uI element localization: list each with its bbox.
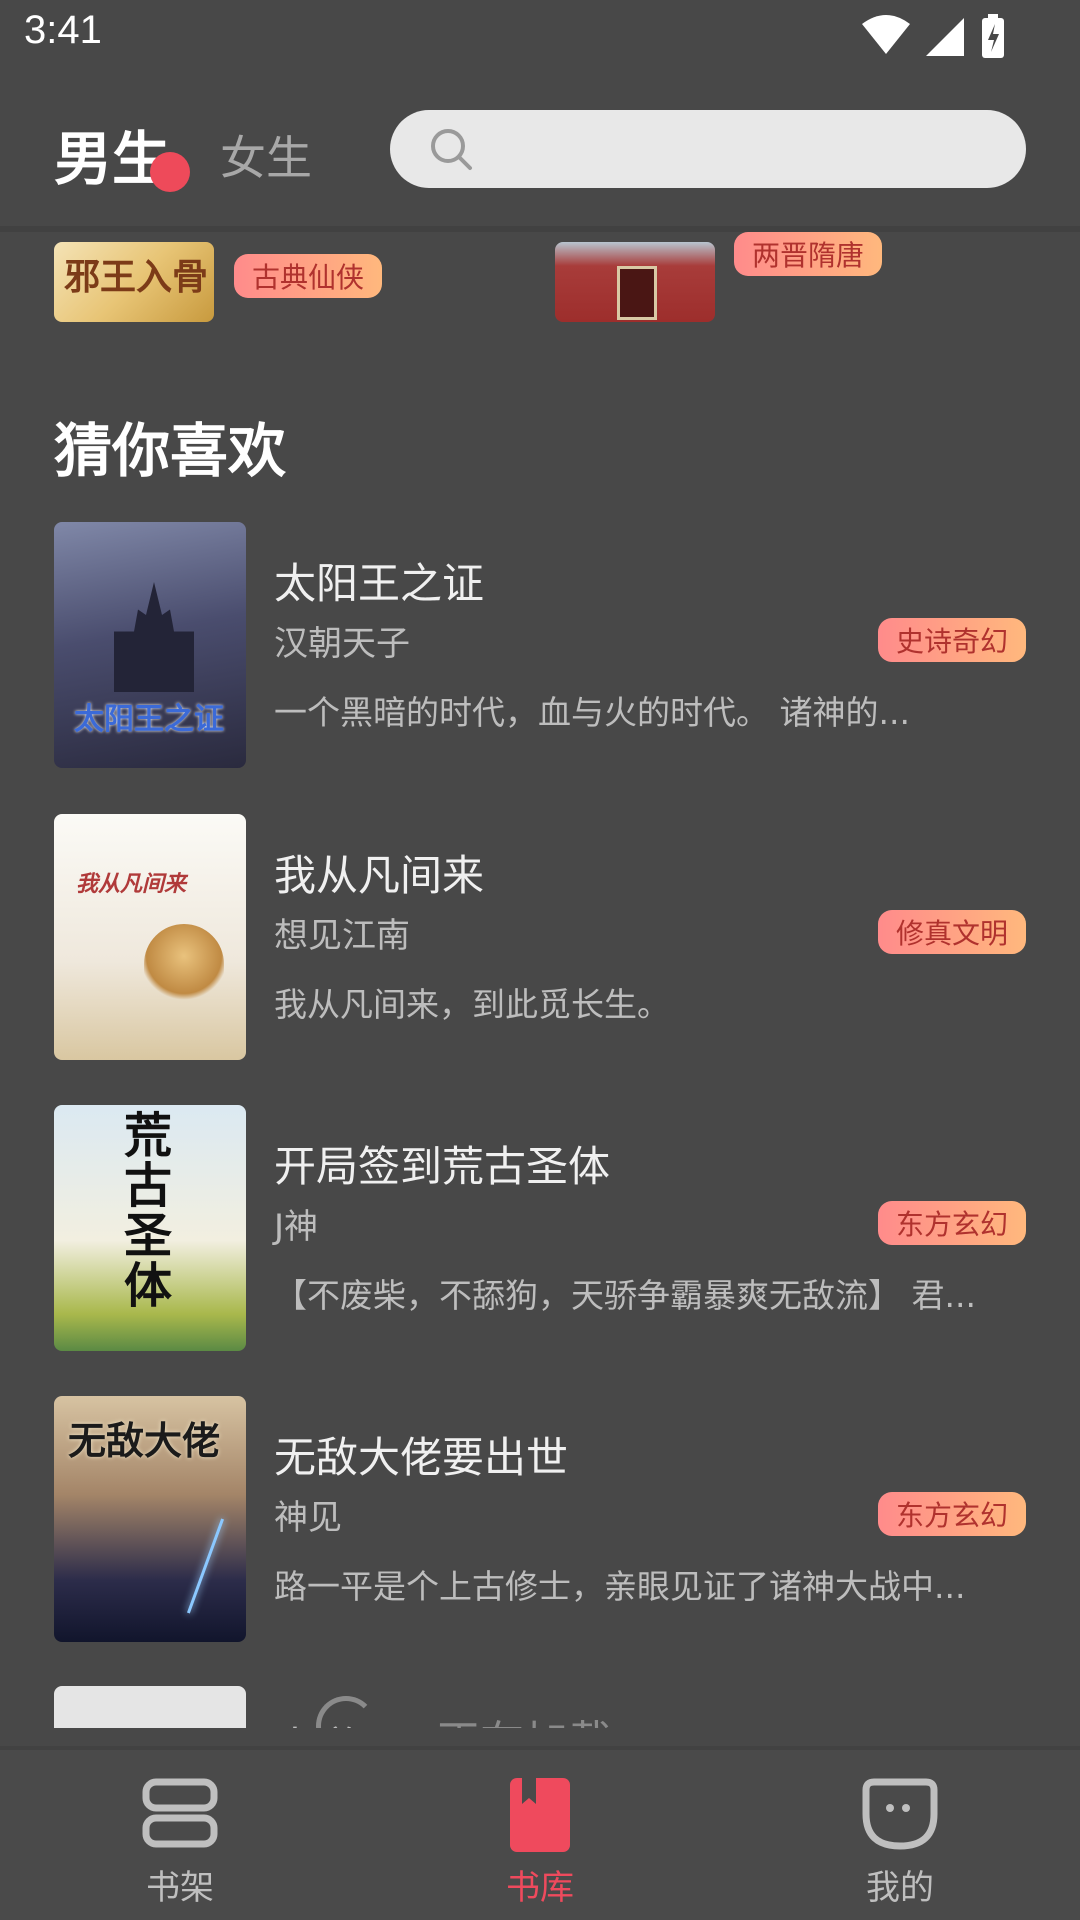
- search-icon: [431, 129, 472, 170]
- book-cover-placeholder: [54, 1686, 246, 1728]
- cover-text: 邪王入骨: [64, 257, 209, 298]
- book-title: 无敌大佬要出世: [274, 1433, 569, 1482]
- nav-bookshelf[interactable]: 书架: [0, 1750, 360, 1920]
- book-list-item[interactable]: 太阳王之证 太阳王之证 汉朝天子 史诗奇幻 一个黑暗的时代，血与火的时代。 诸神…: [0, 522, 1080, 770]
- search-input[interactable]: [390, 110, 1026, 188]
- category-tag[interactable]: 古典仙侠: [234, 254, 383, 298]
- book-description: 我从凡间来，到此觅长生。: [274, 985, 670, 1024]
- nav-library[interactable]: 书库: [360, 1750, 720, 1920]
- category-strip: 邪王入骨 古典仙侠 两晋隋唐: [0, 232, 1080, 322]
- category-tag[interactable]: 两晋隋唐: [734, 232, 883, 276]
- category-cover-image[interactable]: 邪王入骨: [54, 242, 214, 322]
- nav-label: 书架: [146, 1868, 214, 1908]
- book-list-item[interactable]: 无敌大佬 无敌大佬要出世 神见 东方玄幻 路一平是个上古修士，亲眼见证了诸神大战…: [0, 1396, 1080, 1644]
- cover-title-text: 我从凡间来: [76, 872, 187, 897]
- book-author: 想见江南: [274, 916, 410, 956]
- book-title: 太阳王之证: [274, 559, 485, 608]
- book-title: 我从凡间来: [274, 851, 485, 900]
- screen: 3:41 男生 女生 邪王入骨 古典仙侠 两晋隋唐 猜你喜欢 太阳王之证 太阳王…: [0, 0, 1080, 1920]
- book-description: 【不废柴，不舔狗，天骄争霸暴爽无敌流】 君...: [274, 1276, 976, 1315]
- book-genre-tag: 东方玄幻: [877, 1201, 1026, 1245]
- book-library-icon: [510, 1778, 570, 1852]
- book-description: 一个黑暗的时代，血与火的时代。 诸神的...: [274, 693, 910, 732]
- cover-door-graphic: [617, 266, 657, 320]
- section-title-recommend: 猜你喜欢: [54, 417, 287, 485]
- cover-title-text: 太阳王之证: [74, 702, 224, 737]
- wifi-icon: [862, 15, 910, 54]
- top-header: 男生 女生: [0, 72, 1080, 226]
- book-list-item[interactable]: 我从凡间来 我从凡间来 想见江南 修真文明 我从凡间来，到此觅长生。: [0, 814, 1080, 1062]
- nav-profile[interactable]: 我的: [720, 1750, 1080, 1920]
- loading-text: 正在加载: [436, 1706, 612, 1728]
- nav-label: 书库: [506, 1868, 574, 1908]
- book-description: 路一平是个上古修士，亲眼见证了诸神大战中...: [274, 1567, 966, 1606]
- nav-label: 我的: [866, 1868, 934, 1908]
- bottom-navigation: 书架 书库 我的: [0, 1746, 1080, 1920]
- status-icons: [860, 12, 1010, 62]
- cover-castle-graphic: [114, 582, 194, 692]
- cellular-signal-icon: [926, 18, 964, 56]
- book-title: 开局签到荒古圣体: [274, 1142, 611, 1191]
- book-list-item[interactable]: 荒古圣体 开局签到荒古圣体 J神 东方玄幻 【不废柴，不舔狗，天骄争霸暴爽无敌流…: [0, 1105, 1080, 1353]
- tab-female[interactable]: 女生: [220, 122, 312, 188]
- status-time: 3:41: [24, 8, 102, 52]
- book-author: J神: [274, 1207, 319, 1247]
- book-genre-tag: 东方玄幻: [877, 1492, 1026, 1536]
- cover-title-text: 无敌大佬: [68, 1419, 221, 1463]
- cover-title-text: 荒古圣体: [124, 1108, 173, 1314]
- book-author: 神见: [274, 1498, 342, 1538]
- book-cover[interactable]: 太阳王之证: [54, 522, 246, 768]
- book-cover[interactable]: 荒古圣体: [54, 1105, 246, 1351]
- tab-selected-indicator: [150, 152, 190, 192]
- book-cover[interactable]: 无敌大佬: [54, 1396, 246, 1642]
- book-genre-tag: 史诗奇幻: [877, 618, 1026, 662]
- cover-lightning-graphic: [186, 1518, 225, 1614]
- category-cover-image[interactable]: [555, 242, 715, 322]
- wifi-signal-battery-icons: [862, 14, 1004, 58]
- book-cover[interactable]: 我从凡间来: [54, 814, 246, 1060]
- book-genre-tag: 修真文明: [877, 910, 1026, 954]
- loading-spinner-icon: [316, 1696, 376, 1728]
- book-author: 汉朝天子: [274, 624, 410, 664]
- loading-row: 人道 正在加载: [0, 1686, 1080, 1728]
- status-bar: 3:41: [0, 0, 1080, 72]
- profile-icon: [862, 1778, 938, 1850]
- bookshelf-icon: [142, 1778, 218, 1848]
- cover-pavilion-graphic: [144, 924, 224, 1004]
